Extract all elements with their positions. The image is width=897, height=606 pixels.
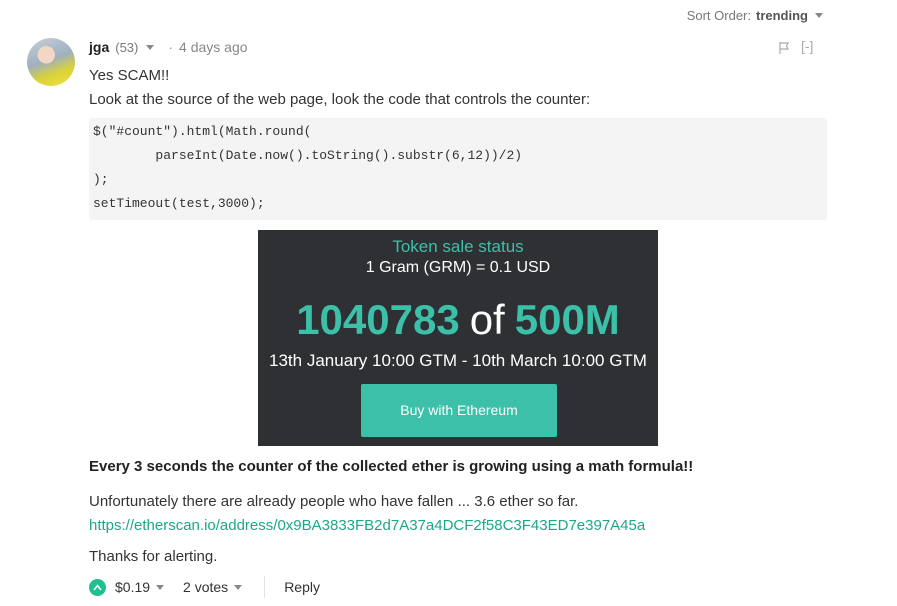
comment-body: Yes SCAM!! Look at the source of the web… [89,64,827,112]
banner-target: 500M [514,296,620,343]
banner-counter: 1040783 of 500M [258,296,658,344]
banner-dates: 13th January 10:00 GTM - 10th March 10:0… [269,351,647,370]
code-line: $("#count").html(Math.round( [93,124,312,139]
code-block: $("#count").html(Math.round( parseInt(Da… [89,118,827,220]
banner-price: 1 Gram (GRM) = 0.1 USD [365,259,551,276]
chevron-down-icon [156,584,165,590]
banner-count: 1040783 [296,296,460,343]
buy-button: Buy with Ethereum [361,384,557,437]
comment-meta: jga (53) · 4 days ago [89,39,248,55]
banner-of: of [469,296,505,343]
collapse-toggle[interactable]: [-] [801,38,813,54]
sort-order-label: Sort Order: [686,8,751,23]
payout-dropdown[interactable]: $0.19 [115,579,165,595]
comment-line-2: Look at the source of the web page, look… [89,91,591,108]
code-line: ); [93,172,109,187]
upvote-icon[interactable] [89,578,106,596]
flag-icon[interactable] [778,41,790,55]
votes-count: 2 votes [183,579,229,595]
token-sale-image: Token sale status 1 Gram (GRM) = 0.1 USD… [258,230,658,446]
author-reputation: (53) [115,39,139,55]
comment-paragraph: Unfortunately there are already people w… [89,490,645,538]
bold-statement: Every 3 seconds the counter of the colle… [89,458,694,475]
etherscan-link[interactable]: https://etherscan.io/address/0x9BA3833FB… [89,514,645,538]
avatar[interactable] [27,38,75,86]
timestamp[interactable]: 4 days ago [179,39,248,55]
reply-button[interactable]: Reply [284,579,320,595]
thanks-text: Thanks for alerting. [89,548,218,565]
divider [264,576,266,598]
chevron-down-icon [234,584,243,590]
payout-value: $0.19 [115,579,151,595]
comment-footer: $0.19 2 votes Reply [89,576,320,598]
author-name[interactable]: jga [89,39,109,55]
chevron-down-icon[interactable] [815,13,823,18]
banner-status: Token sale status [392,237,524,256]
code-line: parseInt(Date.now().toString().substr(6,… [93,148,523,163]
sort-order-dropdown[interactable]: trending [756,8,808,23]
separator-dot: · [168,39,174,55]
chevron-down-icon[interactable] [146,44,155,50]
fallen-text: Unfortunately there are already people w… [89,493,579,510]
votes-dropdown[interactable]: 2 votes [183,579,243,595]
sort-order: Sort Order: trending [687,8,823,23]
comment-line-1: Yes SCAM!! [89,67,170,84]
code-line: setTimeout(test,3000); [93,196,265,211]
